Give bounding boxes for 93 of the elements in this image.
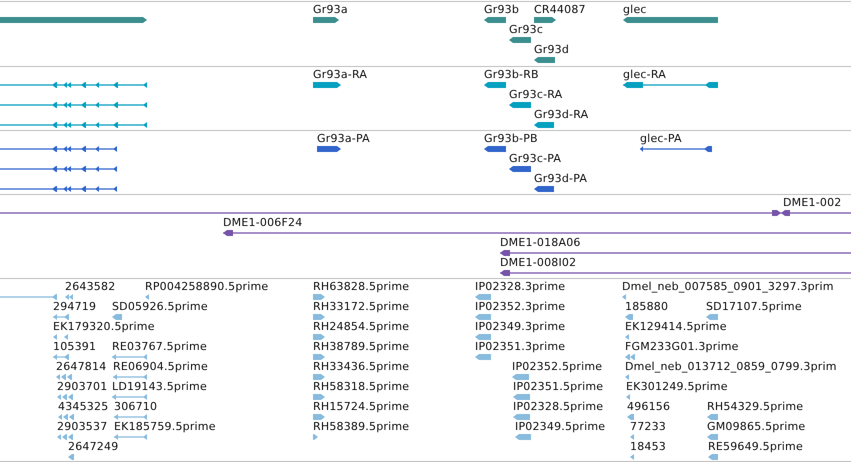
feature-label: IP02349.5prime — [515, 421, 606, 433]
feature-label: DME1-006F24 — [223, 217, 302, 229]
feature-label: RH15724.5prime — [313, 401, 410, 413]
feature-label: Gr93b — [484, 4, 520, 16]
feature-label: LD19143.5prime — [112, 381, 207, 393]
feature-label: 294719 — [53, 301, 96, 313]
feature-bar[interactable] — [534, 56, 555, 64]
feature-label: IP02328.3prime — [475, 281, 566, 293]
feature-line[interactable] — [500, 249, 851, 257]
feature-label: glec-PA — [640, 133, 682, 145]
feature-label: Gr93c — [509, 24, 544, 36]
feature-bar[interactable] — [509, 36, 531, 44]
feature-label: IP02349.3prime — [475, 321, 566, 333]
feature-label: RH63828.5prime — [313, 281, 410, 293]
feature-bar[interactable] — [623, 16, 718, 24]
feature-label: FGM233G01.3prime — [625, 341, 739, 353]
feature-label: EK301249.5prime — [626, 381, 728, 393]
feature-label: RH33172.5prime — [313, 301, 410, 313]
feature-label: 105391 — [53, 341, 96, 353]
feature-line[interactable] — [781, 209, 851, 217]
feature-line[interactable] — [223, 229, 851, 237]
feature-label: SD17107.5prime — [706, 301, 802, 313]
feature-label: 2643582 — [65, 281, 116, 293]
feature-label: RE06904.5prime — [113, 361, 208, 373]
feature-label: SD05926.5prime — [112, 301, 208, 313]
feature-label: 185880 — [625, 301, 668, 313]
feature-label: DME1-002 — [783, 197, 842, 209]
feature-bar[interactable] — [0, 16, 147, 24]
feature-bar[interactable] — [484, 145, 506, 153]
feature-label: Gr93d-PA — [534, 173, 588, 185]
feature-bar[interactable] — [509, 165, 531, 173]
feature-label: RH54329.5prime — [707, 401, 804, 413]
feature-line[interactable] — [0, 209, 781, 217]
feature-line[interactable] — [0, 165, 117, 173]
feature-label: 18453 — [630, 441, 666, 453]
feature-label: 496156 — [627, 401, 670, 413]
feature-label: DME1-008I02 — [500, 257, 576, 269]
feature-label: Gr93d — [534, 44, 570, 56]
feature-label: EK185759.5prime — [114, 421, 216, 433]
feature-label: Gr93a — [313, 4, 348, 16]
feature-label: Gr93a-PA — [317, 133, 370, 145]
feature-bar[interactable] — [509, 101, 531, 109]
feature-label: Gr93b-RB — [484, 69, 539, 81]
feature-label: RH24854.5prime — [313, 321, 410, 333]
feature-label: IP02352.5prime — [512, 361, 602, 373]
feature-label: 77233 — [630, 421, 666, 433]
feature-bar[interactable] — [534, 121, 554, 129]
feature-label: glec — [623, 4, 647, 16]
feature-line[interactable] — [0, 121, 147, 129]
feature-label: 2903701 — [57, 381, 108, 393]
feature-bar[interactable] — [313, 81, 341, 89]
feature-label: DME1-018A06 — [500, 237, 581, 249]
feature-bar[interactable] — [534, 16, 556, 24]
feature-label: IP02352.3prime — [475, 301, 566, 313]
feature-bar[interactable] — [484, 81, 506, 89]
feature-line[interactable] — [640, 145, 712, 153]
feature-label: Gr93a-RA — [313, 69, 368, 81]
feature-label: 2647814 — [56, 361, 106, 373]
feature-bar[interactable] — [313, 16, 339, 24]
feature-label: IP02351.5prime — [513, 381, 604, 393]
feature-line[interactable] — [0, 185, 117, 193]
feature-label: GM09865.5prime — [707, 421, 806, 433]
feature-label: EK129414.5prime — [625, 321, 727, 333]
feature-label: RH58389.5prime — [313, 421, 410, 433]
feature-label: Gr93c-PA — [509, 153, 562, 165]
feature-label: RH38789.5prime — [313, 341, 410, 353]
feature-line[interactable] — [0, 101, 147, 109]
feature-label: EK179320.5prime — [53, 321, 155, 333]
feature-label: 2647249 — [68, 441, 118, 453]
feature-label: RE03767.5prime — [112, 341, 207, 353]
feature-label: 4345325 — [58, 401, 108, 413]
feature-label: glec-RA — [623, 69, 666, 81]
feature-label: IP02351.3prime — [475, 341, 566, 353]
feature-bar[interactable] — [317, 145, 341, 153]
feature-line[interactable] — [0, 145, 117, 153]
feature-label: Dmel_neb_007585_0901_3297.3prim — [622, 281, 834, 293]
feature-label: Gr93b-PB — [484, 133, 538, 145]
feature-label: Dmel_neb_013712_0859_0799.3prim — [625, 361, 837, 373]
feature-line[interactable] — [500, 269, 851, 277]
feature-label: Gr93d-RA — [534, 109, 588, 121]
feature-label: 306710 — [114, 401, 158, 413]
feature-label: IP02328.5prime — [513, 401, 604, 413]
feature-label: RH33436.5prime — [313, 361, 410, 373]
feature-label: RE59649.5prime — [708, 441, 803, 453]
feature-label: RP004258890.5prime — [145, 281, 268, 293]
feature-line[interactable] — [623, 81, 718, 89]
feature-bar[interactable] — [484, 16, 506, 24]
feature-label: 2903537 — [57, 421, 108, 433]
feature-bar[interactable] — [534, 185, 554, 193]
feature-label: CR44087 — [534, 4, 586, 16]
feature-line[interactable] — [0, 81, 147, 89]
feature-label: Gr93c-RA — [509, 89, 562, 101]
feature-label: RH58318.5prime — [313, 381, 410, 393]
